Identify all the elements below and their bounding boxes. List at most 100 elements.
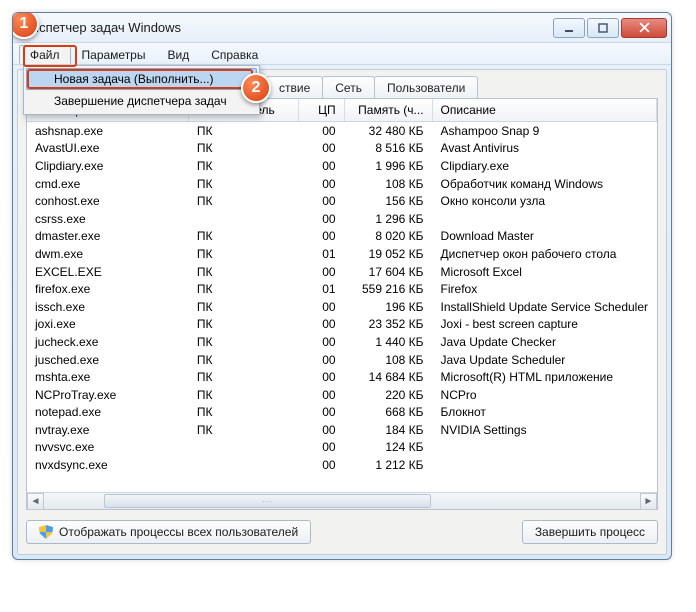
task-manager-window: 1 2 Диспетчер задач Windows Файл Парамет… <box>12 12 672 560</box>
menu-options[interactable]: Параметры <box>71 45 157 64</box>
table-row[interactable]: conhost.exeПК00156 КБОкно консоли узла <box>27 192 657 210</box>
maximize-button[interactable] <box>587 18 619 38</box>
table-row[interactable]: mshta.exeПК0014 684 КБMicrosoft(R) HTML … <box>27 368 657 386</box>
cell-name: AvastUI.exe <box>27 140 188 158</box>
cell-description <box>432 456 656 474</box>
scroll-right-icon[interactable]: ► <box>640 493 657 510</box>
cell-cpu: 00 <box>298 368 344 386</box>
table-row[interactable]: AvastUI.exeПК008 516 КБAvast Antivirus <box>27 140 657 158</box>
cell-cpu: 00 <box>298 140 344 158</box>
footer-bar: Отображать процессы всех пользователей З… <box>26 520 658 544</box>
cell-name: jusched.exe <box>27 351 188 369</box>
cell-cpu: 00 <box>298 404 344 422</box>
cell-name: nvtray.exe <box>27 421 188 439</box>
cell-name: joxi.exe <box>27 316 188 334</box>
table-row[interactable]: Clipdiary.exeПК001 996 КБClipdiary.exe <box>27 157 657 175</box>
table-row[interactable]: csrss.exe001 296 КБ <box>27 210 657 228</box>
cell-memory: 1 440 КБ <box>344 333 432 351</box>
table-row[interactable]: jucheck.exeПК001 440 КБJava Update Check… <box>27 333 657 351</box>
cell-user: ПК <box>188 140 298 158</box>
cell-cpu: 00 <box>298 386 344 404</box>
col-description[interactable]: Описание <box>432 99 656 122</box>
scroll-left-icon[interactable]: ◄ <box>27 493 44 510</box>
table-row[interactable]: notepad.exeПК00668 КББлокнот <box>27 404 657 422</box>
cell-name: conhost.exe <box>27 192 188 210</box>
cell-cpu: 00 <box>298 192 344 210</box>
menu-view[interactable]: Вид <box>156 45 200 64</box>
cell-user: ПК <box>188 228 298 246</box>
table-row[interactable]: EXCEL.EXEПК0017 604 КБMicrosoft Excel <box>27 263 657 281</box>
table-row[interactable]: nvxdsync.exe001 212 КБ <box>27 456 657 474</box>
tab-performance-partial[interactable]: ствие <box>266 76 323 99</box>
table-row[interactable]: nvvsvc.exe00124 КБ <box>27 439 657 457</box>
menubar: Файл Параметры Вид Справка <box>13 43 671 65</box>
cell-name: nvxdsync.exe <box>27 456 188 474</box>
horizontal-scrollbar[interactable]: ◄ ∙∙∙ ► <box>27 492 657 509</box>
cell-description: Microsoft Excel <box>432 263 656 281</box>
table-row[interactable]: NCProTray.exeПК00220 КБNCPro <box>27 386 657 404</box>
menu-help[interactable]: Справка <box>200 45 269 64</box>
cell-name: mshta.exe <box>27 368 188 386</box>
scroll-track[interactable]: ∙∙∙ <box>44 493 640 509</box>
cell-cpu: 00 <box>298 316 344 334</box>
cell-user: ПК <box>188 175 298 193</box>
cell-description: NCPro <box>432 386 656 404</box>
cell-memory: 14 684 КБ <box>344 368 432 386</box>
cell-cpu: 00 <box>298 421 344 439</box>
cell-user: ПК <box>188 333 298 351</box>
process-table-scroll[interactable]: Имя образа Пользователь ЦП Память (ч... … <box>27 99 657 492</box>
table-row[interactable]: firefox.exeПК01559 216 КБFirefox <box>27 280 657 298</box>
table-row[interactable]: nvtray.exeПК00184 КБNVIDIA Settings <box>27 421 657 439</box>
col-memory[interactable]: Память (ч... <box>344 99 432 122</box>
cell-name: Clipdiary.exe <box>27 157 188 175</box>
menu-file[interactable]: Файл <box>19 45 71 64</box>
close-button[interactable] <box>621 18 667 38</box>
cell-user: ПК <box>188 298 298 316</box>
scroll-thumb[interactable]: ∙∙∙ <box>104 494 432 508</box>
cell-cpu: 00 <box>298 333 344 351</box>
cell-user: ПК <box>188 122 298 140</box>
cell-description: Avast Antivirus <box>432 140 656 158</box>
table-row[interactable]: dmaster.exeПК008 020 КБDownload Master <box>27 228 657 246</box>
cell-name: NCProTray.exe <box>27 386 188 404</box>
table-row[interactable]: ashsnap.exeПК0032 480 КБAshampoo Snap 9 <box>27 122 657 140</box>
cell-memory: 196 КБ <box>344 298 432 316</box>
cell-description <box>432 210 656 228</box>
processes-panel: Имя образа Пользователь ЦП Память (ч... … <box>26 98 658 510</box>
col-cpu[interactable]: ЦП <box>298 99 344 122</box>
cell-memory: 8 020 КБ <box>344 228 432 246</box>
tab-network[interactable]: Сеть <box>322 76 375 99</box>
table-row[interactable]: issch.exeПК00196 КБInstallShield Update … <box>27 298 657 316</box>
show-all-users-button[interactable]: Отображать процессы всех пользователей <box>26 520 311 544</box>
cell-memory: 108 КБ <box>344 175 432 193</box>
cell-user: ПК <box>188 316 298 334</box>
cell-memory: 19 052 КБ <box>344 245 432 263</box>
cell-user <box>188 456 298 474</box>
table-row[interactable]: jusched.exeПК00108 КБJava Update Schedul… <box>27 351 657 369</box>
cell-name: cmd.exe <box>27 175 188 193</box>
cell-memory: 220 КБ <box>344 386 432 404</box>
cell-name: nvvsvc.exe <box>27 439 188 457</box>
cell-cpu: 01 <box>298 245 344 263</box>
cell-cpu: 00 <box>298 298 344 316</box>
menu-exit[interactable]: Завершение диспетчера задач <box>26 90 257 112</box>
cell-user: ПК <box>188 245 298 263</box>
tab-users[interactable]: Пользователи <box>374 76 478 99</box>
minimize-button[interactable] <box>553 18 585 38</box>
cell-cpu: 00 <box>298 456 344 474</box>
cell-user: ПК <box>188 157 298 175</box>
menu-new-task[interactable]: Новая задача (Выполнить...) <box>26 68 257 90</box>
cell-memory: 184 КБ <box>344 421 432 439</box>
cell-memory: 668 КБ <box>344 404 432 422</box>
end-process-button[interactable]: Завершить процесс <box>522 520 658 544</box>
cell-name: ashsnap.exe <box>27 122 188 140</box>
file-menu-dropdown: Новая задача (Выполнить...) Завершение д… <box>23 65 260 115</box>
table-row[interactable]: dwm.exeПК0119 052 КБДиспетчер окон рабоч… <box>27 245 657 263</box>
client-area: ствие Сеть Пользователи Имя образа Польз… <box>17 69 667 555</box>
cell-memory: 1 996 КБ <box>344 157 432 175</box>
cell-cpu: 00 <box>298 228 344 246</box>
cell-memory: 23 352 КБ <box>344 316 432 334</box>
table-row[interactable]: cmd.exeПК00108 КБОбработчик команд Windo… <box>27 175 657 193</box>
cell-user: ПК <box>188 404 298 422</box>
table-row[interactable]: joxi.exeПК0023 352 КБJoxi - best screen … <box>27 316 657 334</box>
